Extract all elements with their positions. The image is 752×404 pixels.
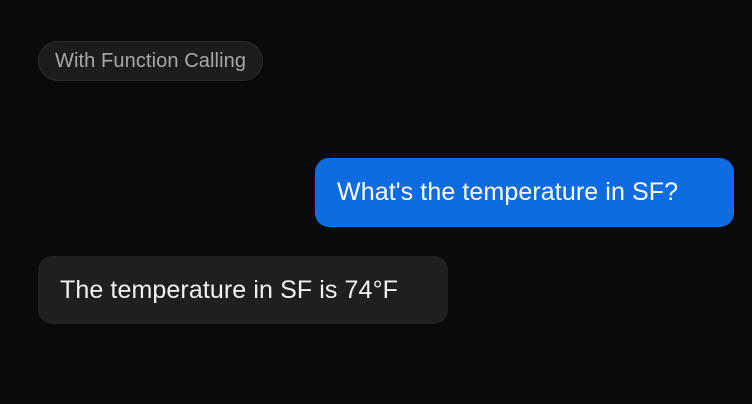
mode-badge: With Function Calling bbox=[38, 41, 264, 81]
user-message-bubble: What's the temperature in SF? bbox=[315, 158, 734, 227]
assistant-message-bubble: The temperature in SF is 74°F bbox=[38, 256, 448, 324]
chat-panel: With Function Calling What's the tempera… bbox=[0, 0, 752, 404]
